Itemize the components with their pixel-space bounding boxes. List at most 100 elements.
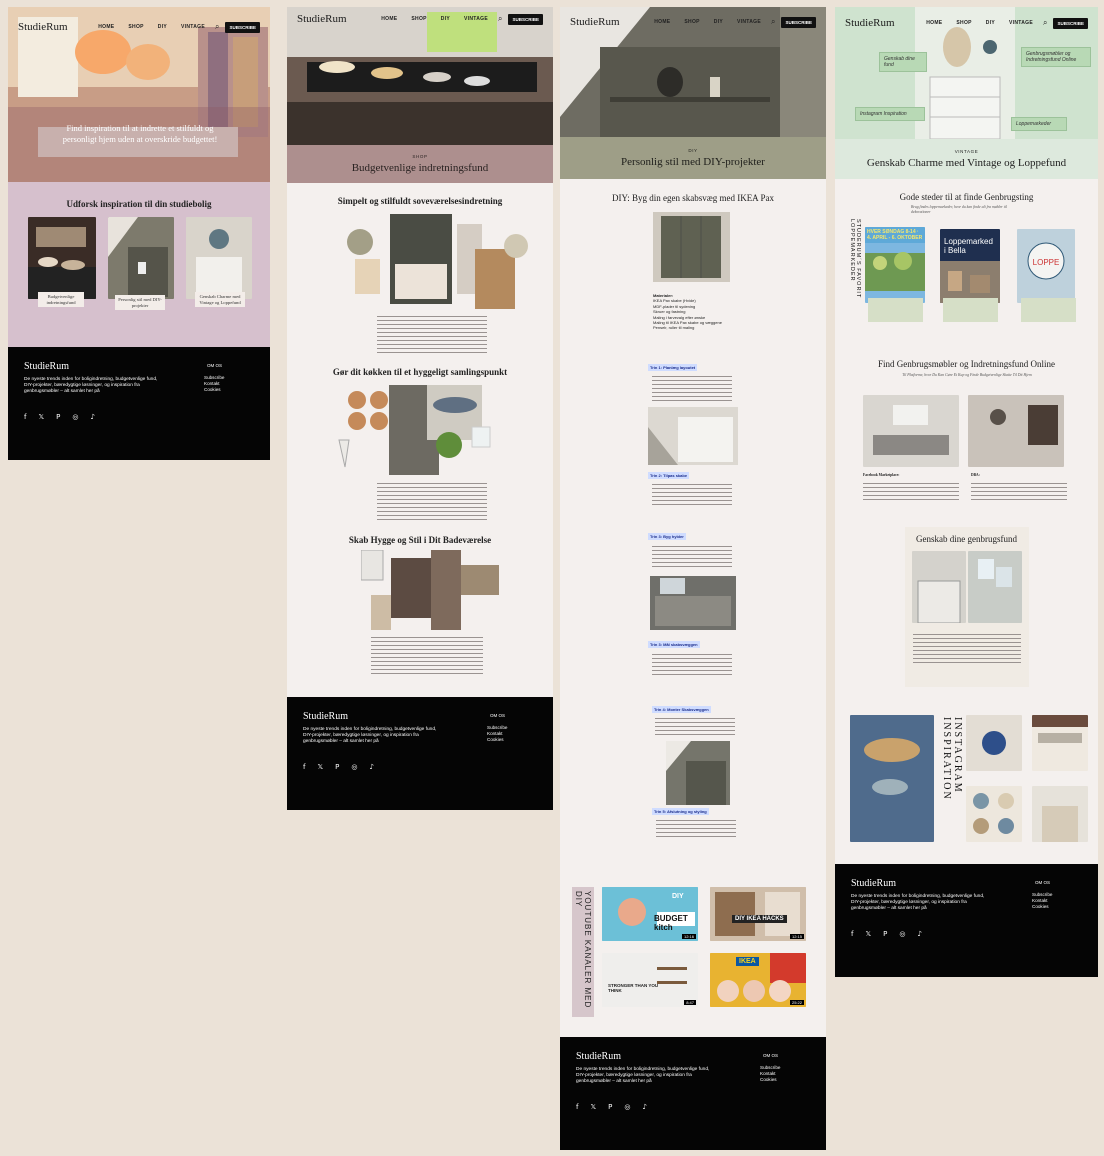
insta-image-4[interactable] xyxy=(966,786,1022,842)
nav-diy[interactable]: DIY xyxy=(158,24,167,30)
card-vintage-image[interactable] xyxy=(186,217,252,299)
tag-markets[interactable]: Loppemarkeder xyxy=(1011,117,1067,131)
shop-nav: StudieRum HOME SHOP DIY VINTAGE ⌕ SUBSCR… xyxy=(287,7,553,31)
x-icon[interactable]: 𝕏 xyxy=(865,930,871,938)
instagram-icon[interactable]: ◎ xyxy=(72,413,78,421)
card-shop-image[interactable] xyxy=(28,217,96,299)
logo[interactable]: StudieRum xyxy=(297,13,347,25)
nav-diy[interactable]: DIY xyxy=(441,16,450,22)
subscribe-button[interactable]: SUBSCRIBE xyxy=(225,21,260,33)
insta-image-2[interactable] xyxy=(966,715,1022,771)
tag-rework[interactable]: Genskab dine fund xyxy=(879,52,927,72)
x-icon[interactable]: 𝕏 xyxy=(590,1103,596,1111)
facebook-icon[interactable]: f xyxy=(851,930,853,938)
vintage-kicker: VINTAGE xyxy=(954,149,979,154)
subscribe-button[interactable]: SUBSCRIBE xyxy=(781,16,816,28)
home-hero: StudieRum HOME SHOP DIY VINTAGE ⌕ SUBSCR… xyxy=(8,7,270,182)
market-2-image[interactable]: Loppemarked i Bella xyxy=(940,229,1000,303)
video-2-text: DIY IKEA HACKS xyxy=(732,915,787,923)
insta-image-5[interactable] xyxy=(1032,786,1088,842)
nav-diy[interactable]: DIY xyxy=(714,19,723,25)
nav-shop[interactable]: SHOP xyxy=(956,20,971,26)
search-icon[interactable]: ⌕ xyxy=(498,14,502,24)
bedroom-moodboard xyxy=(347,214,528,309)
shop-hero: StudieRum HOME SHOP DIY VINTAGE ⌕ SUBSCR… xyxy=(287,7,553,183)
card-diy-image[interactable] xyxy=(108,217,174,299)
pinterest-icon[interactable]: P xyxy=(608,1103,612,1111)
tiktok-icon[interactable]: ♪ xyxy=(90,413,94,421)
facebook-icon[interactable]: f xyxy=(576,1103,578,1111)
card-shop-label[interactable]: Budgetvenlige indretningsfund xyxy=(38,292,84,308)
footer-link-cookies[interactable]: Cookies xyxy=(487,737,523,743)
places-title: Gode steder til at finde Genbrugsting xyxy=(899,192,1034,202)
dba-image[interactable] xyxy=(968,395,1064,467)
facebook-icon[interactable]: f xyxy=(24,413,26,421)
step-3b: Trin 3: Mål skabsvæggen xyxy=(648,641,700,648)
tiktok-icon[interactable]: ♪ xyxy=(917,930,921,938)
instagram-icon[interactable]: ◎ xyxy=(351,763,357,771)
nav-diy[interactable]: DIY xyxy=(986,20,995,26)
pinterest-icon[interactable]: P xyxy=(56,413,60,421)
footer-link-cookies[interactable]: Cookies xyxy=(204,387,240,393)
card-vintage-label[interactable]: Genskab Charme med Vintage og Loppefund xyxy=(195,292,245,308)
youtube-video-3[interactable]: STRONGER THAN YOU THINK 8:47 xyxy=(602,953,698,1007)
insta-image-large[interactable] xyxy=(850,715,934,842)
instagram-icon[interactable]: ◎ xyxy=(899,930,905,938)
x-icon[interactable]: 𝕏 xyxy=(317,763,323,771)
footer-link-cookies[interactable]: Cookies xyxy=(760,1077,796,1083)
tiktok-icon[interactable]: ♪ xyxy=(642,1103,646,1111)
card-diy-label[interactable]: Personlig stil med DIY-projekter xyxy=(115,295,165,311)
logo[interactable]: StudieRum xyxy=(570,16,620,28)
pinterest-icon[interactable]: P xyxy=(883,930,887,938)
rework-title: Genskab dine genbrugsfund xyxy=(916,534,1017,544)
market-2-title: Loppemarked i Bella xyxy=(944,237,993,255)
search-icon[interactable]: ⌕ xyxy=(1043,18,1047,28)
tag-online[interactable]: Genbrugsmøbler og Indretningsfund Online xyxy=(1021,47,1091,67)
youtube-video-1[interactable]: BUDGET kitch DIY 12:16 xyxy=(602,887,698,941)
nav-vintage[interactable]: VINTAGE xyxy=(181,24,205,30)
tag-instagram[interactable]: Instagram Inspiration xyxy=(855,107,925,121)
design-board: StudieRum HOME SHOP DIY VINTAGE ⌕ SUBSCR… xyxy=(0,0,1104,1156)
nav-shop[interactable]: SHOP xyxy=(684,19,699,25)
nav-vintage[interactable]: VINTAGE xyxy=(464,16,488,22)
subscribe-button[interactable]: SUBSCRIBE xyxy=(1053,17,1088,29)
logo[interactable]: StudieRum xyxy=(18,21,68,33)
subscribe-button[interactable]: SUBSCRIBE xyxy=(508,13,543,25)
nav-home[interactable]: HOME xyxy=(381,16,397,22)
search-icon[interactable]: ⌕ xyxy=(215,22,219,32)
facebook-marketplace-image[interactable] xyxy=(863,395,959,467)
nav-shop[interactable]: SHOP xyxy=(411,16,426,22)
instagram-icon[interactable]: ◎ xyxy=(624,1103,630,1111)
video-1-text: BUDGET kitch xyxy=(654,914,688,932)
insta-image-3[interactable] xyxy=(1032,715,1088,771)
step-1-text xyxy=(652,373,732,403)
logo[interactable]: StudieRum xyxy=(845,17,895,29)
footer-links: Subscribe Kontakt Cookies xyxy=(1032,892,1068,910)
facebook-marketplace-label: Facebook Marketplace: xyxy=(863,473,900,477)
nav-home[interactable]: HOME xyxy=(98,24,114,30)
kitchen-moodboard xyxy=(338,385,491,475)
footer-logo: StudieRum xyxy=(851,878,897,889)
youtube-video-4[interactable]: IKEA 25:22 xyxy=(710,953,806,1007)
facebook-icon[interactable]: f xyxy=(303,763,305,771)
search-icon[interactable]: ⌕ xyxy=(771,17,775,27)
nav-home[interactable]: HOME xyxy=(654,19,670,25)
footer-logo: StudieRum xyxy=(24,361,70,372)
step-3-image xyxy=(650,576,736,630)
nav-vintage[interactable]: VINTAGE xyxy=(1009,20,1033,26)
footer-link-cookies[interactable]: Cookies xyxy=(1032,904,1068,910)
nav-home[interactable]: HOME xyxy=(926,20,942,26)
nav-shop[interactable]: SHOP xyxy=(128,24,143,30)
market-3-image[interactable]: LOPPE xyxy=(1017,229,1075,303)
nav-vintage[interactable]: VINTAGE xyxy=(737,19,761,25)
market-1-image[interactable]: HVER SØNDAG 8-14 · 4. APRIL - 6. OKTOBER xyxy=(865,227,925,303)
step-3-text xyxy=(652,543,732,567)
footer-links: Subscribe Kontakt Cookies xyxy=(760,1065,796,1083)
youtube-video-2[interactable]: DIY IKEA HACKS 12:15 xyxy=(710,887,806,941)
x-icon[interactable]: 𝕏 xyxy=(38,413,44,421)
tiktok-icon[interactable]: ♪ xyxy=(369,763,373,771)
footer-links: Subscribe Kontakt Cookies xyxy=(204,375,240,393)
rework-image-2[interactable] xyxy=(968,551,1022,623)
rework-image-1[interactable] xyxy=(912,551,966,623)
pinterest-icon[interactable]: P xyxy=(335,763,339,771)
